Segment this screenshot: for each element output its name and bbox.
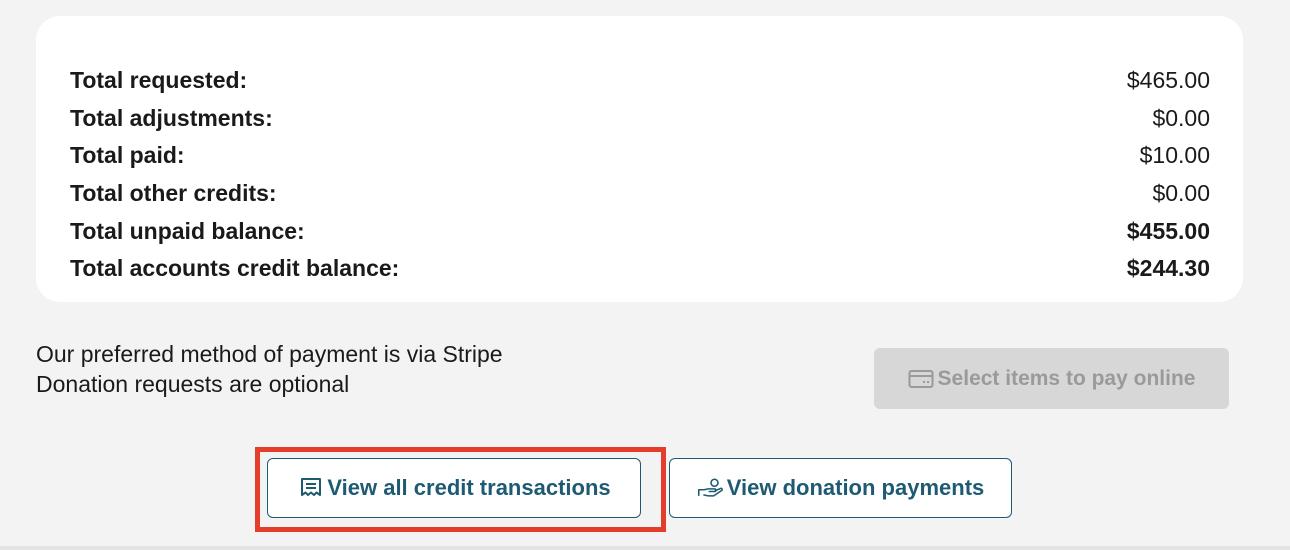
select-items-to-pay-online-button[interactable]: Select items to pay online (874, 348, 1229, 409)
credit-transactions-label: View all credit transactions (327, 475, 611, 500)
summary-value: $244.30 (1126, 254, 1210, 281)
receipt-icon (297, 476, 325, 500)
bottom-divider (0, 546, 1290, 550)
credit-card-icon (908, 368, 934, 390)
view-all-credit-transactions-button[interactable]: View all credit transactions (267, 458, 641, 518)
payment-info: Our preferred method of payment is via S… (36, 339, 503, 399)
summary-label: Total requested: (70, 66, 248, 93)
summary-row-total-other-credits: Total other credits: $0.00 (70, 178, 1210, 208)
donation-note: Donation requests are optional (36, 371, 350, 397)
summary-value: $0.00 (1152, 104, 1210, 131)
summary-value: $455.00 (1126, 217, 1210, 244)
summary-label: Total paid: (70, 141, 185, 168)
summary-label: Total other credits: (70, 179, 277, 206)
summary-value: $465.00 (1126, 66, 1210, 93)
view-donation-payments-button[interactable]: View donation payments (669, 458, 1012, 518)
summary-value: $0.00 (1152, 179, 1210, 206)
summary-row-total-requested: Total requested: $465.00 (70, 65, 1210, 95)
summary-row-total-unpaid-balance: Total unpaid balance: $455.00 (70, 216, 1210, 246)
hand-coin-icon (697, 476, 725, 500)
balance-summary-card: Total requested: $465.00 Total adjustmen… (36, 16, 1243, 302)
pay-online-label: Select items to pay online (937, 366, 1196, 390)
summary-row-total-credit-balance: Total accounts credit balance: $244.30 (70, 253, 1210, 283)
donation-payments-label: View donation payments (726, 475, 985, 500)
summary-label: Total adjustments: (70, 104, 273, 131)
summary-label: Total accounts credit balance: (70, 254, 400, 281)
summary-value: $10.00 (1139, 141, 1210, 168)
payment-method-note: Our preferred method of payment is via S… (36, 341, 503, 367)
summary-row-total-adjustments: Total adjustments: $0.00 (70, 103, 1210, 133)
summary-label: Total unpaid balance: (70, 217, 305, 244)
summary-row-total-paid: Total paid: $10.00 (70, 140, 1210, 170)
